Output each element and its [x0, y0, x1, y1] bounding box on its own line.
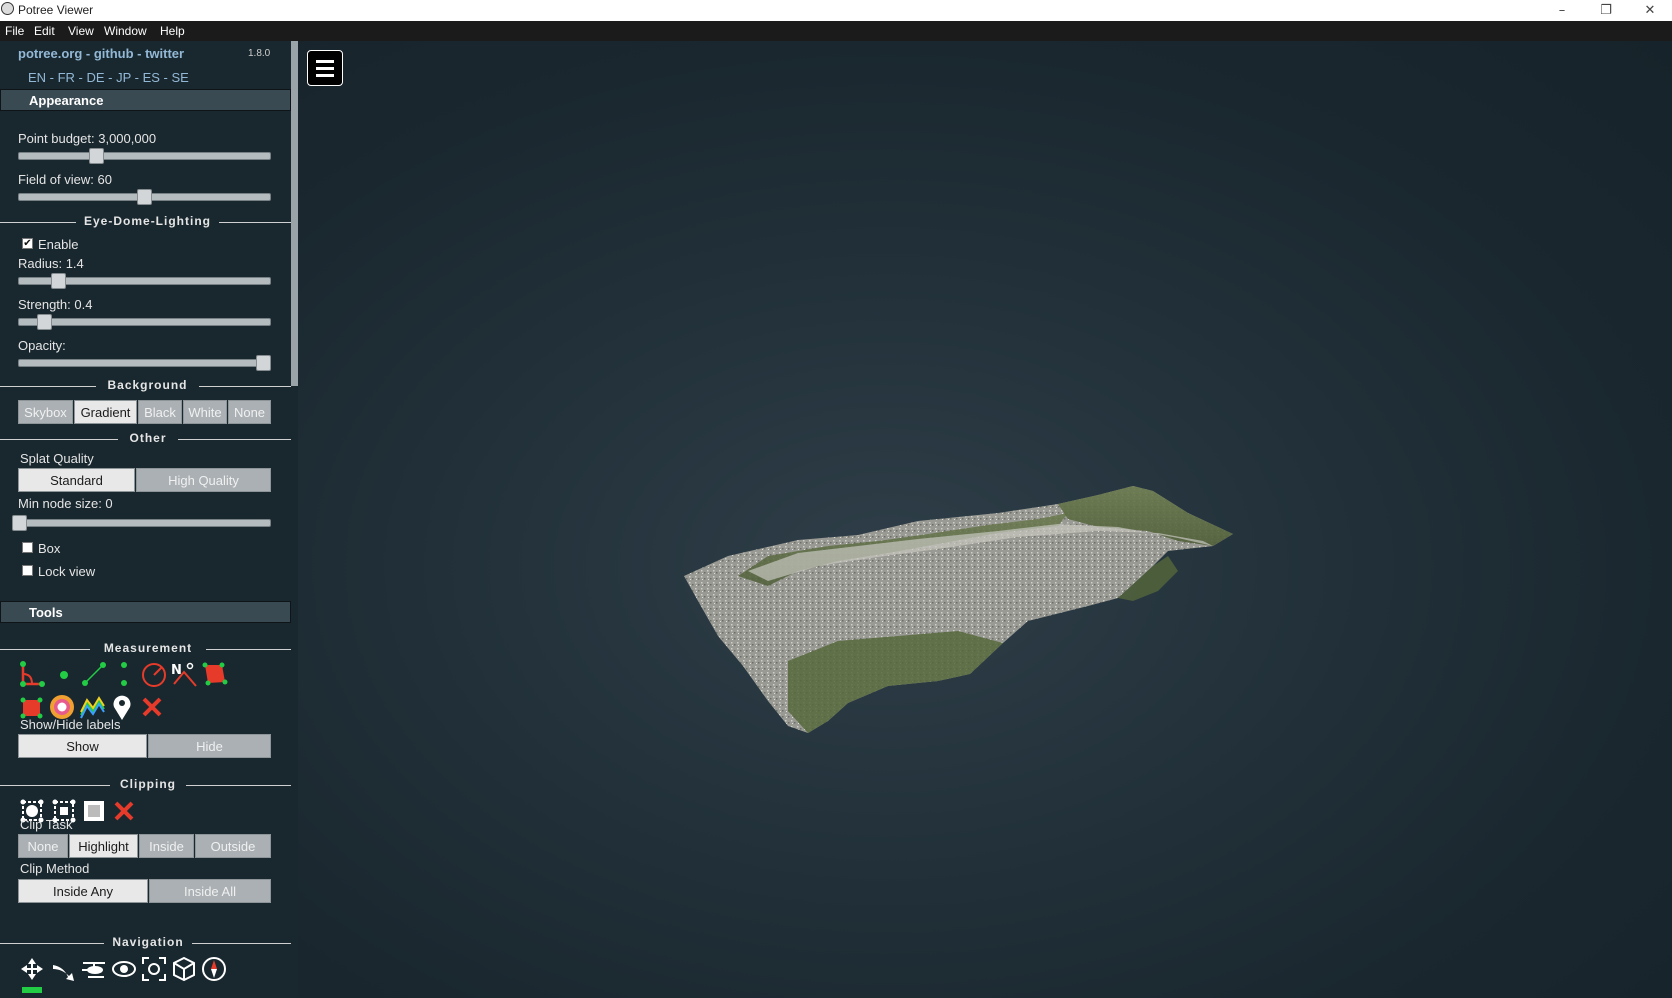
background-black-button[interactable]: Black — [138, 400, 182, 424]
clip-method-inside-all-button[interactable]: Inside All — [149, 879, 271, 903]
focus-icon[interactable] — [140, 955, 168, 983]
potree-app-icon — [1, 2, 14, 15]
navigation-heading: Navigation — [104, 935, 192, 949]
remove-measurements-icon[interactable] — [138, 693, 166, 721]
point-budget-slider-handle[interactable] — [89, 148, 105, 164]
menu-bar: File Edit View Window Help — [0, 21, 1672, 41]
labels-hide-button[interactable]: Hide — [148, 734, 271, 758]
clip-method-label: Clip Method — [20, 861, 90, 876]
box-checkbox[interactable] — [22, 542, 33, 553]
min-node-size-slider[interactable] — [18, 519, 271, 527]
point-budget-label: Point budget: 3,000,000 — [18, 131, 157, 146]
other-heading: Other — [118, 431, 178, 445]
distance-icon[interactable] — [80, 660, 108, 688]
min-node-size-label: Min node size: 0 — [18, 496, 113, 511]
strength-slider-handle[interactable] — [37, 314, 53, 330]
point-budget-slider[interactable] — [18, 152, 271, 160]
language-links[interactable]: EN - FR - DE - JP - ES - SE — [28, 70, 189, 85]
edl-enable-label: Enable — [38, 237, 79, 252]
strength-label: Strength: 0.4 — [18, 297, 93, 312]
background-white-button[interactable]: White — [183, 400, 227, 424]
navigation-extra-icon[interactable] — [22, 987, 42, 993]
box-label: Box — [38, 541, 61, 556]
close-button[interactable]: ✕ — [1628, 0, 1672, 21]
sidebar-scroll-thumb[interactable] — [291, 41, 298, 386]
area-icon[interactable] — [200, 660, 228, 688]
clip-task-label: Clip Task — [20, 817, 73, 832]
minimize-button[interactable]: – — [1540, 0, 1584, 21]
orbit-controls-icon[interactable] — [110, 955, 138, 983]
menu-view[interactable]: View — [68, 24, 94, 38]
measurement-heading: Measurement — [90, 641, 206, 655]
menu-window[interactable]: Window — [104, 24, 147, 38]
compass-icon[interactable] — [200, 955, 228, 983]
menu-file[interactable]: File — [5, 24, 24, 38]
clip-task-outside-button[interactable]: Outside — [195, 834, 271, 858]
height-icon[interactable] — [110, 660, 138, 688]
splat-quality-label: Splat Quality — [20, 451, 94, 466]
opacity-slider[interactable] — [18, 359, 271, 367]
edl-heading: Eye-Dome-Lighting — [76, 214, 219, 228]
window-title: Potree Viewer — [18, 3, 94, 17]
labels-show-button[interactable]: Show — [18, 734, 147, 758]
splat-high-quality-button[interactable]: High Quality — [136, 468, 271, 492]
earth-controls-icon[interactable] — [18, 955, 46, 983]
radius-slider-handle[interactable] — [51, 273, 67, 289]
tools-header-label: Tools — [29, 605, 63, 620]
menu-edit[interactable]: Edit — [34, 24, 55, 38]
fov-slider-handle[interactable] — [137, 189, 152, 205]
background-heading: Background — [96, 378, 199, 392]
clip-screen-icon[interactable] — [80, 797, 108, 825]
clip-method-inside-any-button[interactable]: Inside Any — [18, 879, 148, 903]
lock-view-label: Lock view — [38, 564, 96, 579]
project-links[interactable]: potree.org - github - twitter — [18, 46, 184, 61]
3d-viewport[interactable] — [298, 41, 1672, 998]
background-skybox-button[interactable]: Skybox — [18, 400, 73, 424]
clip-task-inside-button[interactable]: Inside — [139, 834, 194, 858]
circle-icon[interactable] — [140, 660, 168, 688]
background-none-button[interactable]: None — [228, 400, 271, 424]
splat-standard-button[interactable]: Standard — [18, 468, 135, 492]
helicopter-controls-icon[interactable] — [80, 955, 108, 983]
lock-view-checkbox[interactable] — [22, 565, 33, 576]
restore-button[interactable]: ❐ — [1584, 0, 1628, 21]
title-bar: Potree Viewer – ❐ ✕ — [0, 0, 1672, 21]
point-cloud[interactable] — [298, 41, 1672, 998]
opacity-slider-handle[interactable] — [256, 355, 271, 371]
perspective-camera-icon[interactable] — [170, 955, 198, 983]
angle-icon[interactable] — [18, 660, 46, 688]
sidebar-menu: potree.org - github - twitter 1.8.0 EN -… — [0, 41, 298, 998]
appearance-header[interactable]: Appearance — [0, 89, 291, 111]
clip-task-highlight-button[interactable]: Highlight — [69, 834, 138, 858]
azimuth-icon[interactable]: N — [170, 660, 198, 688]
clipping-heading: Clipping — [110, 777, 186, 791]
radius-label: Radius: 1.4 — [18, 256, 84, 271]
opacity-label: Opacity: — [18, 338, 66, 353]
background-gradient-button[interactable]: Gradient — [74, 400, 137, 424]
version-label: 1.8.0 — [248, 48, 271, 59]
labels-heading: Show/Hide labels — [20, 717, 121, 732]
appearance-header-label: Appearance — [29, 93, 104, 108]
point-icon[interactable] — [50, 660, 78, 688]
fly-controls-icon[interactable] — [50, 955, 78, 983]
fov-label: Field of view: 60 — [18, 172, 112, 187]
remove-clip-icon[interactable] — [110, 797, 138, 825]
clip-task-none-button[interactable]: None — [18, 834, 68, 858]
menu-help[interactable]: Help — [160, 24, 185, 38]
strength-slider[interactable] — [18, 318, 271, 326]
edl-enable-checkbox[interactable]: ✔ — [22, 238, 33, 249]
tools-header[interactable]: Tools — [0, 601, 291, 623]
min-node-size-slider-handle[interactable] — [12, 515, 27, 531]
